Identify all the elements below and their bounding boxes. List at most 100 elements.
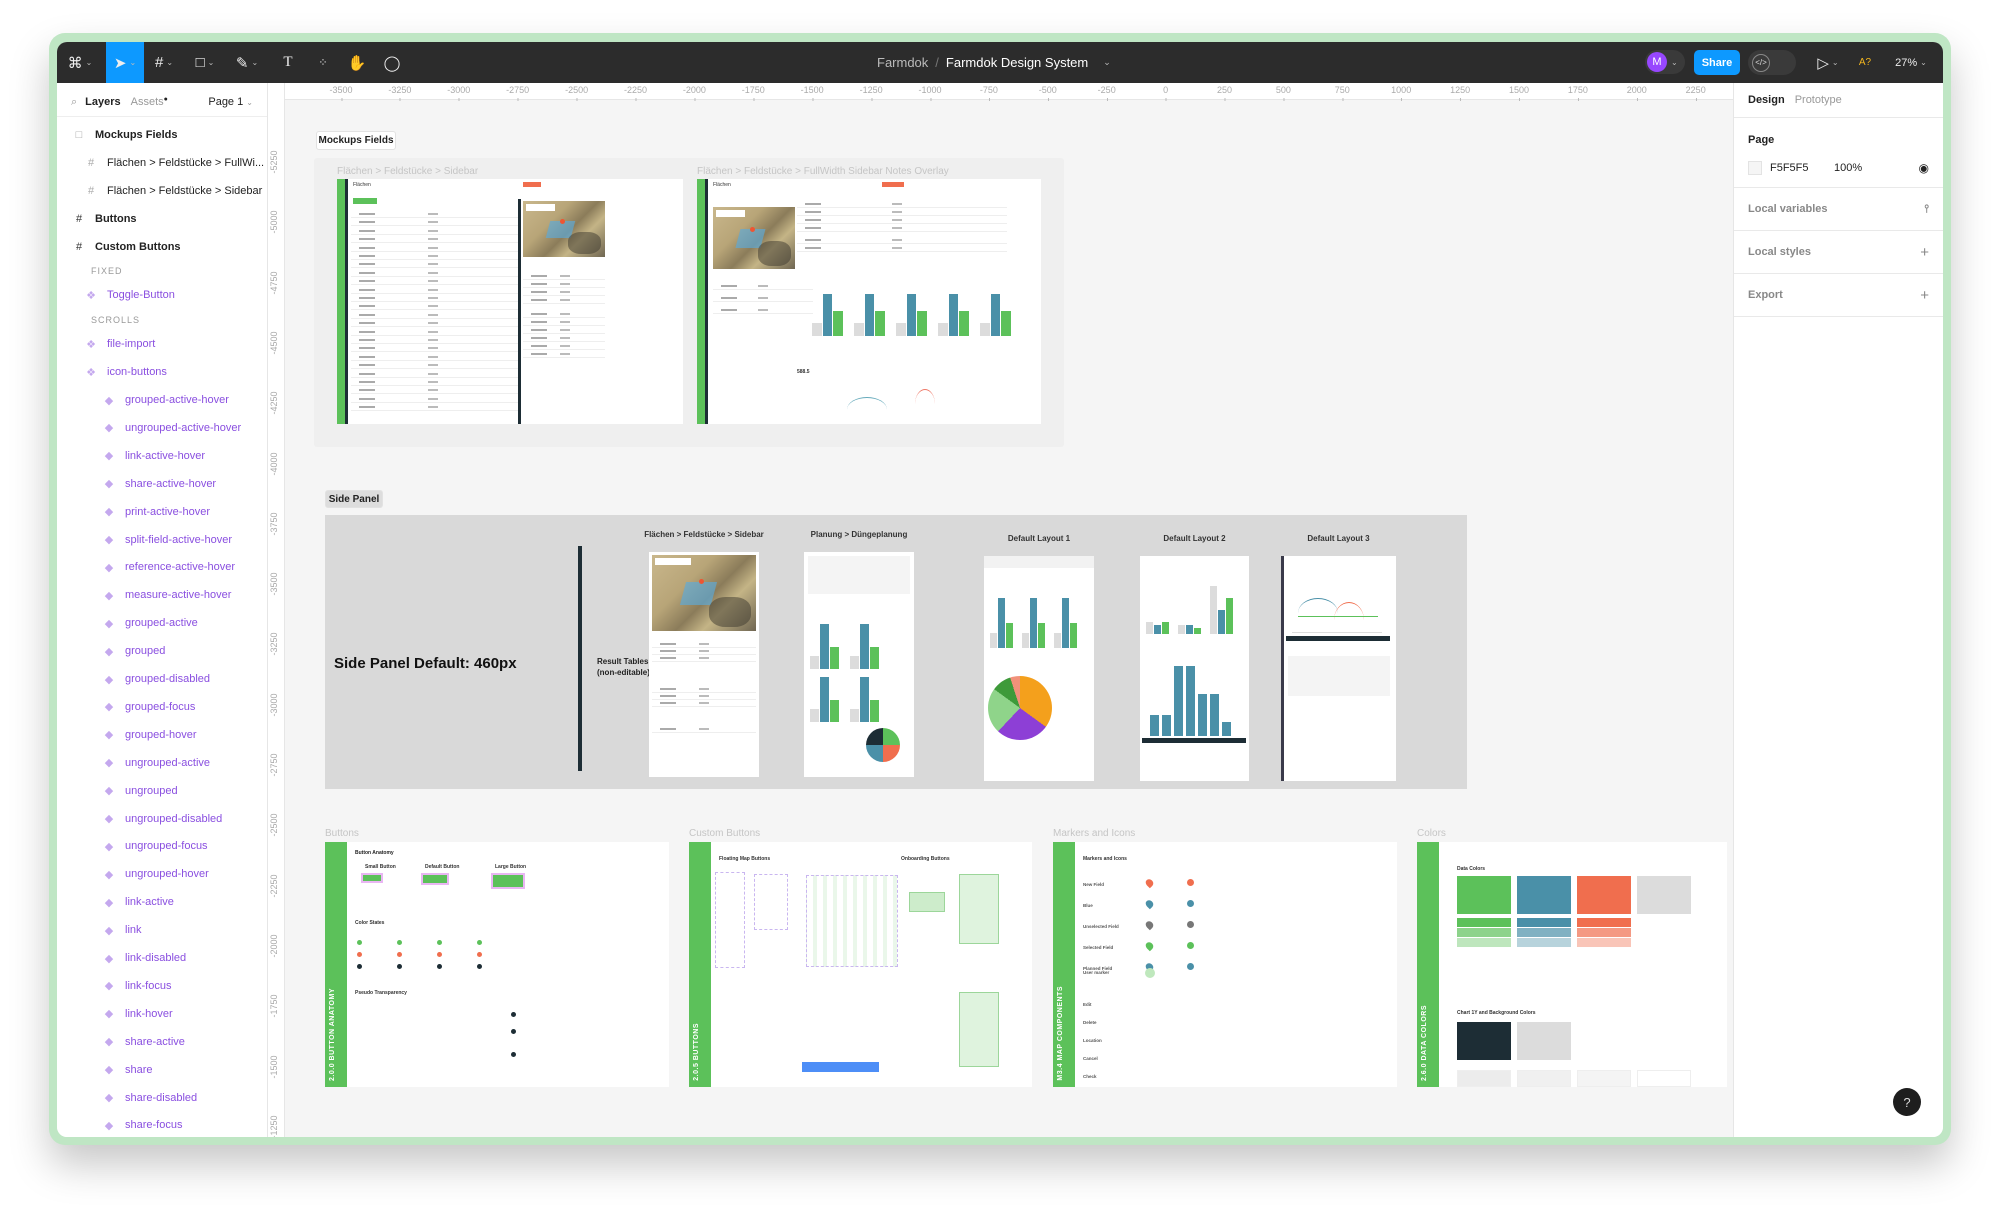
table-row	[523, 303, 605, 304]
layer-item[interactable]: ◆ measure-active-hover	[57, 584, 267, 606]
eye-icon[interactable]: ◉	[1919, 161, 1929, 175]
layer-item[interactable]: ◆ grouped-focus	[57, 696, 267, 718]
main-menu-button[interactable]: ⌘ ⌄	[65, 42, 95, 83]
layer-item[interactable]: ◆ split-field-active-hover	[57, 529, 267, 551]
project-name[interactable]: Farmdok	[877, 55, 928, 70]
layer-item[interactable]: □ Mockups Fields	[57, 124, 267, 146]
markers-frame[interactable]: M3.4 MAP COMPONENTS Markers and Icons New …	[1053, 842, 1397, 1087]
zoom-menu[interactable]: 27% ⌄	[1889, 42, 1933, 83]
layer-item[interactable]: ◆ link-focus	[57, 975, 267, 997]
frame-tool-button[interactable]: # ⌄	[149, 42, 179, 83]
frame-title[interactable]: Colors	[1417, 828, 1446, 839]
color-swatch[interactable]	[1748, 161, 1762, 175]
layer-item[interactable]: # Buttons	[57, 208, 267, 230]
multiplayer-avatars[interactable]: M ⌄	[1645, 50, 1685, 74]
layer-item[interactable]: ◆ link-disabled	[57, 947, 267, 969]
side-panel-card[interactable]	[649, 552, 759, 777]
pen-tool-button[interactable]: ✎ ⌄	[232, 42, 262, 83]
section-label-side-panel[interactable]: Side Panel	[325, 490, 383, 508]
layer-item[interactable]: ◆ share-focus	[57, 1114, 267, 1136]
local-styles-row[interactable]: Local styles +	[1734, 231, 1943, 273]
page-opacity-value[interactable]: 100%	[1834, 162, 1862, 174]
side-panel-card[interactable]	[1140, 556, 1249, 781]
mockup-fullwidth-frame[interactable]: Flächen 588.5	[697, 179, 1041, 424]
local-variables-row[interactable]: Local variables ⫯	[1734, 188, 1943, 230]
frame-title[interactable]: Buttons	[325, 828, 359, 839]
canvas[interactable]: Mockups Fields Flächen > Feldstücke > Si…	[285, 100, 1733, 1137]
layer-item[interactable]: ◆ ungrouped-hover	[57, 863, 267, 885]
ai-button[interactable]: A?	[1854, 42, 1876, 83]
plus-icon[interactable]: +	[1920, 244, 1929, 261]
chevron-down-icon[interactable]: ⌄	[1103, 57, 1111, 68]
layer-item[interactable]: ◆ share	[57, 1059, 267, 1081]
layer-item[interactable]: ◆ link	[57, 919, 267, 941]
dev-mode-toggle[interactable]: </>	[1748, 50, 1796, 75]
layer-item[interactable]: ◆ ungrouped-active	[57, 752, 267, 774]
frame-title[interactable]: Flächen > Feldstücke > FullWidth Sidebar…	[697, 166, 949, 177]
layer-item[interactable]: ❖ file-import	[57, 333, 267, 355]
text-tool-button[interactable]: T	[277, 42, 299, 83]
layer-item[interactable]: # Custom Buttons	[57, 236, 267, 258]
side-panel-card[interactable]	[804, 552, 914, 777]
chart-bar	[1070, 623, 1077, 648]
section-label-mockups[interactable]: Mockups Fields	[316, 131, 396, 150]
side-panel-card[interactable]	[1281, 556, 1396, 781]
colors-frame[interactable]: 2.6.0 DATA COLORS Data Colors Chart 1Y and…	[1417, 842, 1727, 1087]
file-title[interactable]: Farmdok / Farmdok Design System ⌄	[877, 42, 1111, 83]
avatar[interactable]: M	[1647, 52, 1667, 72]
side-panel-card[interactable]	[984, 556, 1094, 781]
layer-item[interactable]: ◆ grouped	[57, 640, 267, 662]
custom-buttons-frame[interactable]: 2.0.5 BUTTONS Floating Map Buttons Onboard…	[689, 842, 1032, 1087]
layer-item[interactable]: # Flächen > Feldstücke > FullWi...	[57, 152, 267, 174]
frame-title[interactable]: Markers and Icons	[1053, 828, 1135, 839]
layer-item[interactable]: ◆ ungrouped-focus	[57, 835, 267, 857]
layer-item[interactable]: ◆ link-hover	[57, 1003, 267, 1025]
layer-item[interactable]: ◆ share-disabled	[57, 1087, 267, 1109]
page-selector[interactable]: Page 1 ⌄	[208, 96, 253, 108]
layer-item[interactable]: ◆ share-active	[57, 1031, 267, 1053]
layer-item[interactable]: ◆ grouped-disabled	[57, 668, 267, 690]
line-blue	[1298, 598, 1338, 628]
buttons-frame[interactable]: 2.0.0 BUTTON ANATOMY Button Anatomy Small …	[325, 842, 669, 1087]
layer-item[interactable]: ❖ Toggle-Button	[57, 284, 267, 306]
layer-item[interactable]: ◆ reference-active-hover	[57, 556, 267, 578]
layer-item[interactable]: # Flächen > Feldstücke > Sidebar	[57, 180, 267, 202]
color-swatch	[1517, 1070, 1571, 1087]
plus-icon[interactable]: +	[1920, 287, 1929, 304]
tab-design[interactable]: Design	[1748, 94, 1785, 106]
page-color-value[interactable]: F5F5F5	[1770, 162, 1834, 174]
page-color-row[interactable]: F5F5F5 100% ◉	[1734, 157, 1943, 179]
share-button[interactable]: Share	[1694, 50, 1740, 75]
layer-item[interactable]: ◆ link-active	[57, 891, 267, 913]
export-row[interactable]: Export +	[1734, 274, 1943, 316]
layer-item[interactable]: ◆ ungrouped-active-hover	[57, 417, 267, 439]
variables-icon[interactable]: ⫯	[1924, 203, 1929, 216]
layer-item[interactable]: ❖ icon-buttons	[57, 361, 267, 383]
layer-item[interactable]: ◆ grouped-active	[57, 612, 267, 634]
tab-assets[interactable]: Assets	[131, 96, 164, 108]
layer-item[interactable]: ◆ print-active-hover	[57, 501, 267, 523]
file-name[interactable]: Farmdok Design System	[946, 55, 1088, 70]
layer-item[interactable]: ◆ ungrouped-disabled	[57, 808, 267, 830]
layer-item[interactable]: ◆ share-active-hover	[57, 473, 267, 495]
comment-tool-button[interactable]: ◯	[381, 42, 403, 83]
component-set-icon: ❖	[86, 366, 96, 379]
shape-tool-button[interactable]: □ ⌄	[190, 42, 220, 83]
present-button[interactable]: ▷ ⌄	[1814, 42, 1842, 83]
frame-title[interactable]: Custom Buttons	[689, 828, 760, 839]
table-row	[351, 359, 521, 361]
search-icon[interactable]: ⌕	[71, 96, 77, 109]
layer-item[interactable]: ◆ ungrouped	[57, 780, 267, 802]
layer-label: split-field-active-hover	[125, 533, 232, 546]
help-button[interactable]: ?	[1893, 1088, 1921, 1116]
layer-item[interactable]: ◆ link-active-hover	[57, 445, 267, 467]
resources-button[interactable]: ⁘	[312, 42, 334, 83]
frame-title[interactable]: Flächen > Feldstücke > Sidebar	[337, 166, 478, 177]
mockup-sidebar-frame[interactable]: Flächen	[337, 179, 683, 424]
layer-item[interactable]: ◆ grouped-hover	[57, 724, 267, 746]
layer-item[interactable]: ◆ grouped-active-hover	[57, 389, 267, 411]
move-tool-button[interactable]: ➤ ⌄	[106, 42, 144, 83]
tab-layers[interactable]: Layers	[85, 96, 120, 108]
hand-tool-button[interactable]: ✋	[346, 42, 368, 83]
tab-prototype[interactable]: Prototype	[1795, 94, 1842, 106]
